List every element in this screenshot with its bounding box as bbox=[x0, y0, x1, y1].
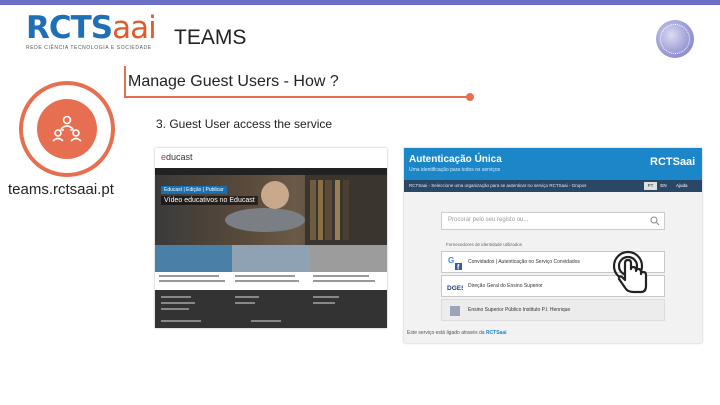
language-switcher[interactable]: PT EN bbox=[644, 182, 670, 190]
idp-option-label: Convidados | Autenticação no Serviço Con… bbox=[468, 259, 580, 265]
educast-hero-label: Educast | Edição | Publicar bbox=[161, 186, 227, 194]
educast-logo: educast bbox=[161, 152, 193, 162]
idp-option-label: Ensino Superior Público Instituto P.I. H… bbox=[468, 307, 571, 313]
auth-service-bar: RCTSaai - Seleccione uma organização par… bbox=[404, 180, 702, 192]
auth-title: Autenticação Única bbox=[409, 154, 502, 165]
idp-option-henrique[interactable]: Ensino Superior Público Instituto P.I. H… bbox=[441, 299, 665, 321]
search-placeholder: Procurar pelo seu registo ou... bbox=[448, 217, 529, 223]
auth-footer: Este serviço está ligado através da RCTS… bbox=[407, 330, 507, 336]
educast-screenshot: educast Educast | Edição | Publicar Víde… bbox=[155, 148, 387, 328]
rctsaai-logo: RCTSaai REDE CIÊNCIA TECNOLOGIA E SOCIED… bbox=[26, 12, 166, 52]
connector-line-horizontal bbox=[124, 96, 470, 98]
lang-pt[interactable]: PT bbox=[644, 182, 657, 190]
auth-header: Autenticação Única Uma identificação par… bbox=[404, 148, 702, 180]
auth-service-text: RCTSaai - Seleccione uma organização par… bbox=[409, 183, 587, 188]
globe-emblem-icon bbox=[656, 20, 694, 58]
logo-accent: aai bbox=[112, 10, 157, 46]
google-facebook-icon: G f bbox=[448, 256, 462, 271]
site-url: teams.rctsaai.pt bbox=[8, 181, 114, 198]
svg-text:DGES: DGES bbox=[447, 285, 463, 292]
help-link[interactable]: Ajuda bbox=[676, 183, 688, 188]
institution-logo-icon bbox=[450, 306, 460, 316]
svg-text:G: G bbox=[448, 256, 454, 265]
educast-footer bbox=[155, 290, 387, 328]
step-title: 3. Guest User access the service bbox=[156, 117, 333, 131]
lang-en[interactable]: EN bbox=[657, 182, 670, 190]
educast-tile bbox=[155, 245, 233, 272]
dges-logo-icon: DGES bbox=[447, 285, 463, 292]
idp-hint: Fornecedores de identidade utilizados bbox=[446, 242, 523, 247]
educast-tile bbox=[232, 245, 310, 272]
educast-hero-title: Vídeo educativos no Educast bbox=[161, 196, 258, 205]
auth-brand: RCTSaai bbox=[650, 156, 696, 168]
auth-screenshot: Autenticação Única Uma identificação par… bbox=[404, 148, 702, 343]
educast-tile bbox=[309, 245, 387, 272]
educast-tiles bbox=[155, 245, 387, 272]
logo-tagline: REDE CIÊNCIA TECNOLOGIA E SOCIEDADE bbox=[26, 45, 152, 51]
tap-hand-icon bbox=[612, 250, 648, 294]
auth-subtitle: Uma identificação para todos os serviços bbox=[409, 167, 501, 173]
people-network-icon bbox=[37, 99, 97, 159]
logo-text: RCTS bbox=[26, 10, 113, 46]
educast-nav bbox=[155, 168, 387, 175]
page-title: TEAMS bbox=[174, 26, 247, 49]
search-icon bbox=[650, 216, 660, 226]
connector-line-vertical bbox=[124, 66, 126, 96]
connector-dot bbox=[466, 93, 474, 101]
educast-header: educast bbox=[155, 148, 387, 168]
section-title: Manage Guest Users - How ? bbox=[128, 73, 339, 90]
top-accent-bar bbox=[0, 0, 720, 5]
idp-option-label: Direção Geral do Ensino Superior bbox=[468, 283, 543, 289]
educast-text-block bbox=[155, 272, 387, 290]
idp-search-input[interactable]: Procurar pelo seu registo ou... bbox=[441, 212, 665, 230]
